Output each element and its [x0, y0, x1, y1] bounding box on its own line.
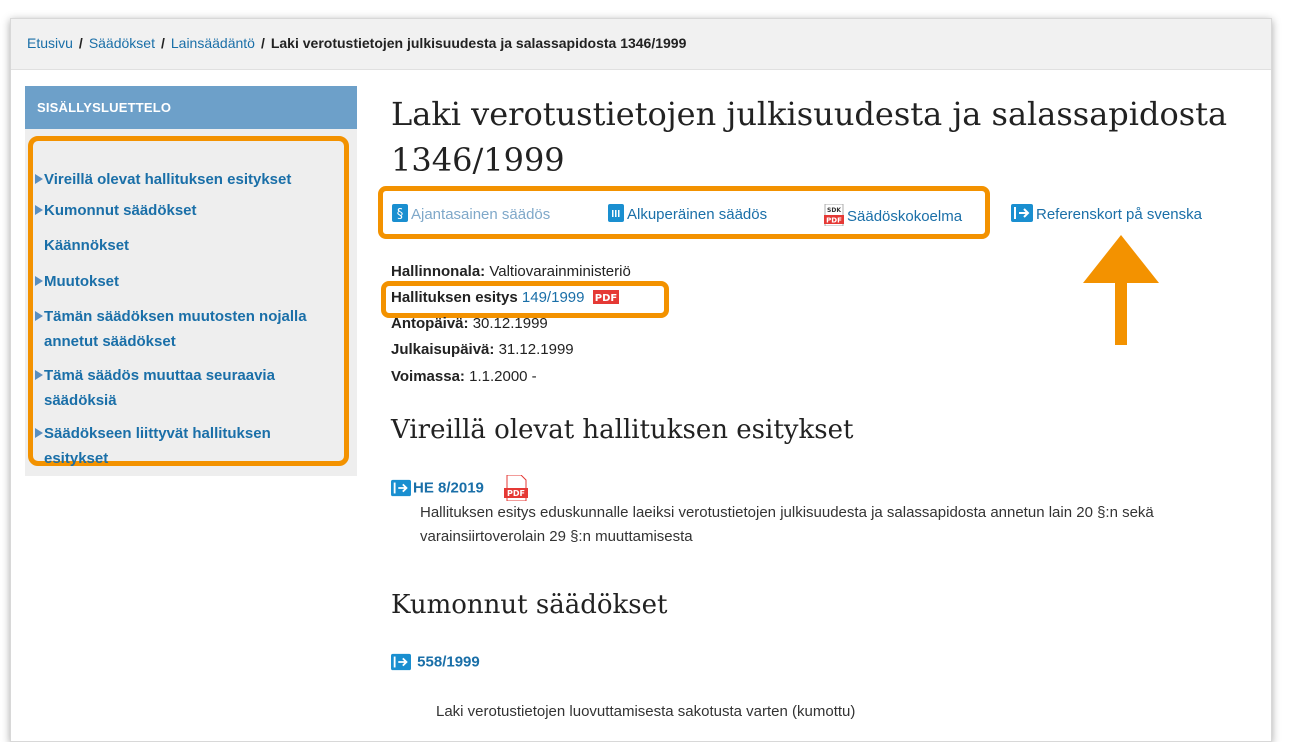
svg-text:§: § — [397, 207, 404, 222]
original-version-link[interactable]: Alkuperäinen säädös — [608, 204, 767, 223]
pdf-icon[interactable]: PDF — [504, 474, 529, 502]
pdf-icon[interactable]: PDF — [592, 290, 619, 304]
repealed-statutes-heading: Kumonnut säädökset — [391, 590, 668, 620]
date-label: Antopäivä: — [391, 315, 469, 332]
current-version-link[interactable]: § Ajantasainen säädös — [392, 204, 550, 223]
validity-label: Voimassa: — [391, 368, 465, 385]
expand-arrow-icon — [35, 311, 43, 321]
statute-collection-label: Säädöskokoelma — [847, 208, 963, 225]
breadcrumb-separator: / — [78, 35, 83, 51]
pending-description-line1: Hallituksen esitys eduskunnalle laeiksi … — [420, 504, 1154, 521]
toc-item-label: Käännökset — [44, 237, 130, 254]
publication-date-label: Julkaisupäivä: — [391, 341, 495, 358]
annotation-arrow-icon — [1083, 235, 1159, 345]
statute-collection-link[interactable]: SDK PDF Säädöskokoelma — [824, 204, 962, 226]
toc-item-label: Vireillä olevat hallituksen esitykset — [44, 171, 292, 188]
repealed-statute-row: 558/1999 — [391, 653, 480, 671]
toc-item-pending-proposals[interactable]: Vireillä olevat hallituksen esitykset — [35, 167, 291, 192]
external-arrow-icon — [391, 479, 411, 497]
toc-item-amends-statutes[interactable]: Tämä säädös muuttaa seuraavia säädöksiä — [35, 363, 275, 413]
toc-item-amendment-based-statutes[interactable]: Tämän säädöksen muutosten nojalla annetu… — [35, 304, 307, 354]
date-value: 30.12.1999 — [472, 315, 548, 332]
swedish-reference-link[interactable]: Referenskort på svenska — [1011, 204, 1202, 223]
toc-item-related-proposals[interactable]: Säädökseen liittyvät hallituksen esityks… — [35, 421, 271, 471]
svg-text:PDF: PDF — [594, 293, 616, 304]
toc-item-label: Muutokset — [44, 273, 119, 290]
toc-item-repealed[interactable]: Kumonnut säädökset — [35, 198, 197, 223]
browser-page: Etusivu / Säädökset / Lainsäädäntö / Laki vero… — [10, 18, 1272, 742]
ministry-row: Hallinnonala: Valtiovarainministeriö — [391, 263, 631, 280]
original-version-label: Alkuperäinen säädös — [627, 206, 768, 223]
toc-item-label-line2: esitykset — [44, 450, 109, 467]
gov-proposal-label: Hallituksen esitys — [391, 289, 518, 306]
page-title-line1: Laki verotustietojen julkisuudesta ja sa… — [391, 95, 1228, 133]
external-arrow-icon — [391, 653, 411, 671]
breadcrumb-separator: / — [160, 35, 165, 51]
sdk-pdf-icon: SDK PDF — [824, 204, 844, 226]
expand-arrow-icon — [35, 276, 43, 286]
publication-date-value: 31.12.1999 — [498, 341, 574, 358]
publication-date-row: Julkaisupäivä: 31.12.1999 — [391, 341, 574, 358]
toc-item-label-line2: säädöksiä — [44, 392, 117, 409]
page-title-line2: 1346/1999 — [391, 141, 565, 179]
pending-proposals-heading: Vireillä olevat hallituksen esitykset — [391, 415, 854, 445]
pending-proposal-row: HE 8/2019 PDF — [391, 474, 529, 502]
breadcrumb-home-link[interactable]: Etusivu — [27, 35, 73, 51]
repealed-statute-link[interactable]: 558/1999 — [417, 654, 480, 671]
ministry-value: Valtiovarainministeriö — [489, 263, 631, 280]
validity-value: 1.1.2000 - — [469, 368, 537, 385]
current-version-label: Ajantasainen säädös — [411, 206, 551, 223]
svg-text:PDF: PDF — [826, 217, 842, 225]
section-icon: § — [392, 204, 408, 222]
breadcrumb-legislation-link[interactable]: Lainsäädäntö — [171, 35, 255, 51]
toc-item-label: Kumonnut säädökset — [44, 202, 197, 219]
toc-item-label: Tämä säädös muuttaa seuraavia — [44, 367, 275, 384]
date-row: Antopäivä: 30.12.1999 — [391, 315, 548, 332]
svg-text:SDK: SDK — [827, 207, 841, 214]
pending-proposal-link[interactable]: HE 8/2019 — [413, 480, 484, 497]
toc-item-amendments[interactable]: Muutokset — [35, 269, 119, 294]
page-title: Laki verotustietojen julkisuudesta ja sa… — [391, 91, 1271, 183]
pending-description-line2: varainsiirtoverolain 29 §:n muuttamisest… — [420, 528, 693, 545]
toc-item-label: Säädökseen liittyvät hallituksen — [44, 425, 271, 442]
expand-arrow-icon — [35, 205, 43, 215]
breadcrumb-bar: Etusivu / Säädökset / Lainsäädäntö / Laki vero… — [11, 19, 1271, 70]
table-of-contents: SISÄLLYSLUETTELO Vireillä olevat hallitu… — [25, 86, 357, 476]
toc-header: SISÄLLYSLUETTELO — [25, 86, 357, 129]
breadcrumb-statutes-link[interactable]: Säädökset — [89, 35, 155, 51]
toc-item-translations[interactable]: Käännökset — [35, 233, 129, 258]
breadcrumb-separator: / — [260, 35, 265, 51]
breadcrumb-current: Laki verotustietojen julkisuudesta ja sa… — [270, 35, 687, 51]
ministry-label: Hallinnonala: — [391, 263, 486, 280]
breadcrumb: Etusivu / Säädökset / Lainsäädäntö / Laki vero… — [27, 35, 686, 51]
swedish-reference-label: Referenskort på svenska — [1036, 206, 1202, 223]
repealed-statute-description: Laki verotustietojen luovuttamisesta sak… — [436, 703, 856, 720]
gov-proposal-row: Hallituksen esitys 149/1999 PDF — [391, 289, 619, 306]
expand-arrow-icon — [35, 174, 43, 184]
toc-item-label-line2: annetut säädökset — [44, 333, 176, 350]
toc-item-label: Tämän säädöksen muutosten nojalla — [44, 308, 307, 325]
gov-proposal-link[interactable]: 149/1999 — [522, 289, 585, 306]
pending-proposal-description: Hallituksen esitys eduskunnalle laeiksi … — [420, 501, 1154, 549]
svg-text:PDF: PDF — [507, 489, 525, 498]
validity-row: Voimassa: 1.1.2000 - — [391, 368, 537, 385]
original-doc-icon — [608, 204, 624, 222]
expand-arrow-icon — [35, 370, 43, 380]
expand-arrow-icon — [35, 428, 43, 438]
external-arrow-icon — [1011, 204, 1033, 222]
